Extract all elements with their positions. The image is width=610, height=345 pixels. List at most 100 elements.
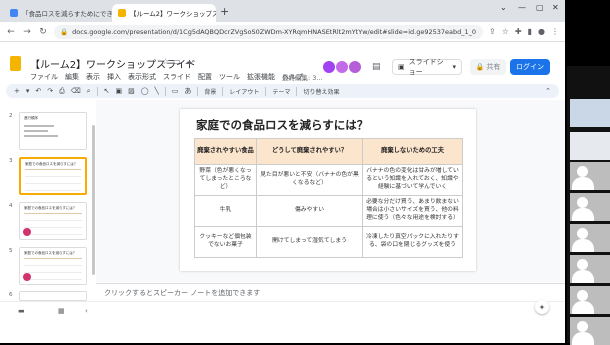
undo-icon[interactable]: ↶ (35, 87, 41, 95)
menu-edit[interactable]: 編集 (65, 72, 79, 82)
new-slide-icon[interactable]: + (14, 87, 20, 95)
forward-icon[interactable]: → (22, 27, 32, 37)
image-icon[interactable]: ▨ (128, 87, 135, 95)
thumb-table (25, 169, 81, 191)
participant-tile[interactable] (570, 255, 610, 283)
extensions-icon[interactable]: ✚ (515, 27, 522, 36)
table-header[interactable]: どうして廃棄されやすい？ (256, 138, 363, 165)
table-header[interactable]: 廃棄しないための工夫 (362, 138, 463, 165)
table-cell[interactable]: バナナの色の変化は甘みが増しているという知識を入れておく、知識や経験に基づいて学… (362, 164, 463, 196)
shape-icon[interactable]: ◯ (141, 87, 149, 95)
paint-format-icon[interactable]: ⌫ (71, 87, 81, 95)
table-cell[interactable]: 牛乳 (194, 195, 257, 227)
comment-history-icon[interactable]: ▤ (372, 62, 381, 72)
bottom-bar: ▬ ▦ ‹ (0, 301, 565, 319)
menu-format[interactable]: 表示形式 (128, 72, 156, 82)
participant-tile[interactable] (570, 317, 610, 345)
slide-thumbnail[interactable]: 家庭での食品ロスを減らすには？ (19, 202, 87, 240)
menu-tools[interactable]: ツール (219, 72, 240, 82)
chevron-up-icon[interactable]: ⌃ (545, 87, 551, 95)
reload-icon[interactable]: ↻ (38, 27, 48, 37)
participant-tile[interactable] (570, 193, 610, 221)
share-page-icon[interactable]: ⇪ (489, 27, 496, 36)
avatar[interactable] (336, 61, 348, 73)
table-cell[interactable]: 見た目が悪いと不安（バナナの色が黒くなるなど） (256, 164, 363, 196)
avatar[interactable] (349, 61, 361, 73)
background-button[interactable]: 背景 (204, 87, 216, 96)
theme-button[interactable]: テーマ (272, 87, 290, 96)
share-button[interactable]: 🔒 共有 (470, 59, 506, 75)
table-cell[interactable]: 必要な分だけ買う、あまり飲まない場合は小さいサイズを買う、他の料理に使う（色々な… (362, 195, 463, 227)
table-cell[interactable]: クッキーなど個包装でないお菓子 (194, 226, 257, 258)
slide-thumbnail[interactable]: 家庭での食品ロスを減らすには？ (19, 247, 87, 285)
current-slide[interactable]: 家庭での食品ロスを減らすには？ 廃棄されやすい食品 どうして廃棄されやすい？ 廃… (180, 109, 476, 271)
menu-view[interactable]: 表示 (86, 72, 100, 82)
thumb-line (24, 130, 48, 132)
line-icon[interactable]: ╲ (155, 87, 159, 95)
slides-logo-icon[interactable] (10, 56, 21, 71)
participant-video[interactable] (570, 132, 610, 160)
table-cell[interactable]: 傷みやすい (256, 195, 363, 227)
chevron-down-icon[interactable]: ⌄ (500, 3, 507, 12)
slide-number: 4 (9, 203, 13, 209)
title-actions: ☆▭☁ (162, 57, 197, 66)
maximize-icon[interactable]: ▢ (536, 3, 544, 12)
menu-insert[interactable]: 挿入 (107, 72, 121, 82)
participant-tile[interactable] (570, 286, 610, 314)
tab-food-loss-doc[interactable]: 「食品ロスを減らすためにできるこ ✕ (4, 4, 112, 22)
comment-add-icon[interactable]: ▭ (172, 87, 179, 95)
explore-icon[interactable]: ✦ (535, 300, 549, 314)
slideshow-button[interactable]: ▣ スライドショー ▾ (392, 58, 462, 76)
menu-arrange[interactable]: 配置 (198, 72, 212, 82)
textbox-icon[interactable]: ▣ (115, 87, 122, 95)
slide-number: 5 (9, 248, 13, 254)
edit-toolbar: + ▾ ↶ ↷ ⎙ ⌫ ⌕ ↖ ▣ ▨ ◯ ╲ ▭ あ 背景 レイアウト テーマ… (6, 84, 559, 98)
avatar[interactable] (323, 61, 335, 73)
minimize-icon[interactable]: — (518, 3, 526, 12)
participant-tile[interactable] (570, 162, 610, 190)
filmstrip-view-icon[interactable]: ▬ (18, 307, 25, 315)
chevron-down-icon[interactable]: ▾ (26, 87, 30, 95)
table-cell[interactable]: 開けてしまって湿気てしまう (256, 226, 363, 258)
slide-title[interactable]: 家庭での食品ロスを減らすには？ (196, 117, 368, 133)
print-icon[interactable]: ⎙ (59, 87, 65, 96)
table-cell[interactable]: 冷凍したり真空パックに入れたりする、袋の口を閉じるグッズを使う (362, 226, 463, 258)
participant-tile[interactable] (570, 224, 610, 252)
select-cursor-icon[interactable]: ↖ (104, 87, 110, 95)
login-button[interactable]: ログイン (510, 59, 550, 75)
close-window-icon[interactable]: ✕ (552, 3, 559, 12)
table-cell[interactable]: 野菜（色が悪くなってしまったところなど） (194, 164, 257, 196)
sidepanel-icon[interactable]: ▮ (528, 27, 532, 36)
slide-thumbnail[interactable]: 進行順序 (19, 112, 87, 150)
lock-icon: 🔒 (60, 27, 69, 36)
transition-button[interactable]: 切り替え効果 (303, 87, 339, 96)
menu-dots-icon[interactable]: ⋮ (551, 27, 559, 36)
menu-extensions[interactable]: 拡張機能 (247, 72, 275, 82)
zoom-icon[interactable]: ⌕ (87, 87, 91, 96)
slide-thumbnail[interactable] (19, 291, 87, 301)
filmstrip-scrollbar[interactable] (92, 125, 95, 275)
menu-file[interactable]: ファイル (30, 72, 58, 82)
back-icon[interactable]: ← (6, 27, 16, 37)
collapse-panel-icon[interactable]: ‹ (85, 307, 88, 315)
speaker-notes[interactable]: クリックするとスピーカー ノートを追加できます (96, 283, 565, 303)
tab-title: 「食品ロスを減らすためにできるこ (22, 10, 112, 18)
url-input[interactable]: 🔒 docs.google.com/presentation/d/1Cg5dAQ… (54, 24, 484, 39)
menu-slide[interactable]: スライド (163, 72, 191, 82)
input-tools-icon[interactable]: あ (184, 86, 191, 96)
move-folder-icon[interactable]: ▭ (173, 57, 185, 66)
plus-icon[interactable]: + (220, 5, 229, 18)
bookmark-star-icon[interactable]: ☆ (502, 27, 509, 36)
star-icon[interactable]: ☆ (162, 57, 173, 66)
slide-thumbnail-selected[interactable]: 家庭での食品ロスを減らすには？ (19, 157, 87, 195)
layout-button[interactable]: レイアウト (229, 87, 259, 96)
sticker-icon (23, 228, 31, 236)
table-header[interactable]: 廃棄されやすい食品 (194, 138, 257, 165)
participant-video[interactable] (570, 99, 610, 127)
grid-view-icon[interactable]: ▦ (58, 307, 65, 315)
redo-icon[interactable]: ↷ (47, 87, 53, 95)
profile-icon[interactable]: ● (538, 27, 545, 36)
last-edit-link[interactable]: 最終編集: 3... (282, 72, 323, 82)
food-loss-table[interactable]: 廃棄されやすい食品 どうして廃棄されやすい？ 廃棄しないための工夫 野菜（色が悪… (194, 138, 463, 258)
tab-workshop-slides[interactable]: 【ルーム2】ワークショップスライド - Go ✕ (112, 4, 216, 22)
